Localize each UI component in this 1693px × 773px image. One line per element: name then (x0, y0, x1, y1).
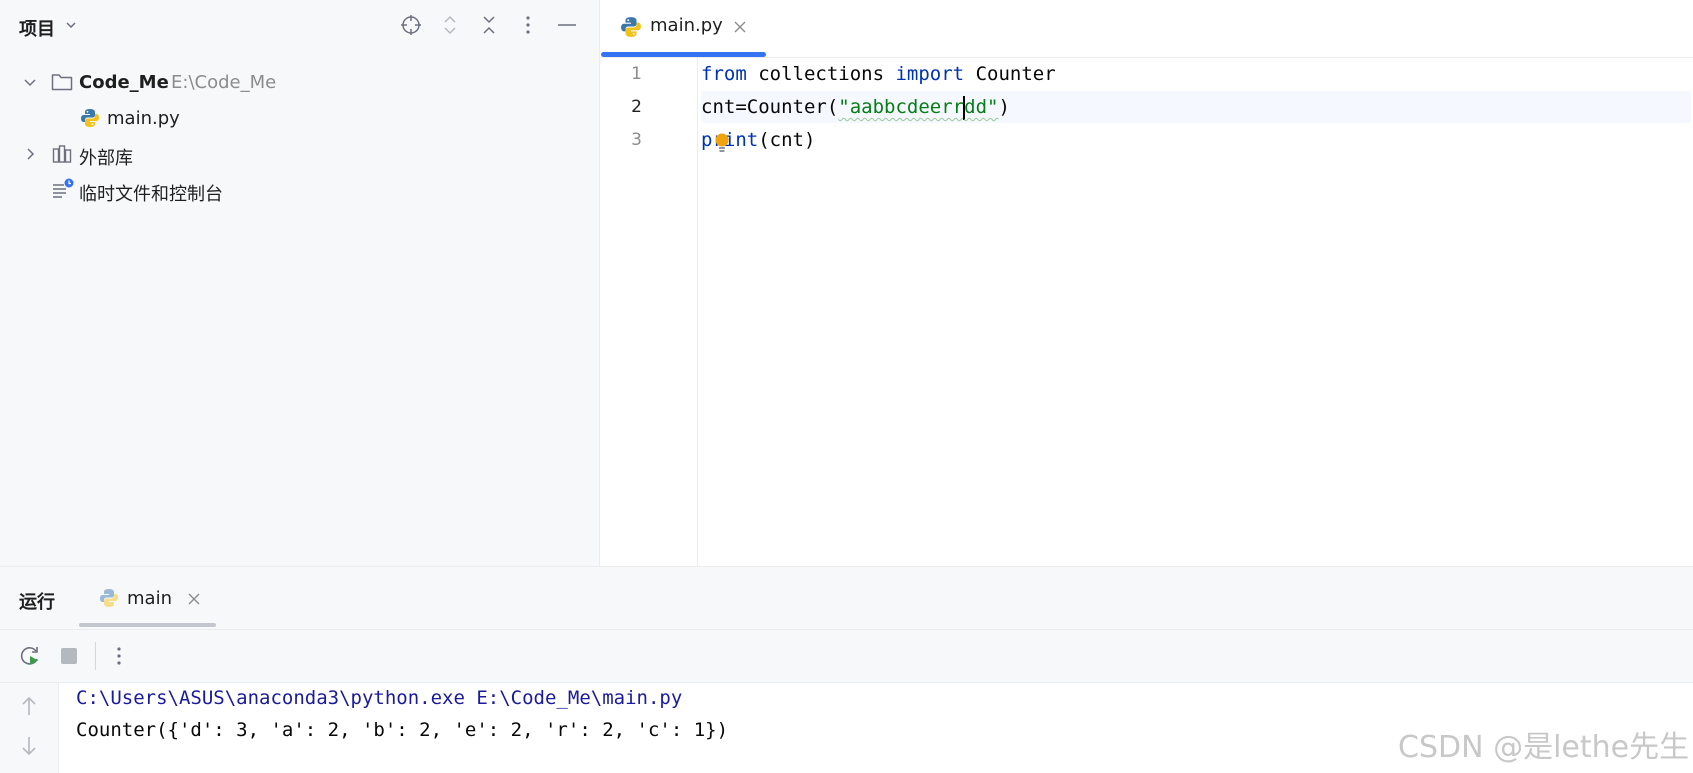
python-run-icon (100, 589, 118, 607)
code-editor[interactable]: 1 2 3 from collections import Counter cn… (600, 58, 1693, 566)
string-literal: dd" (964, 96, 999, 118)
expand-all-icon[interactable] (439, 14, 461, 36)
run-side-toolbar (0, 683, 59, 773)
tree-row-external-libs[interactable]: 外部库 (0, 137, 599, 171)
python-file-icon (81, 109, 99, 127)
project-title[interactable]: 项目 (19, 15, 55, 41)
code-text: ) (998, 96, 1010, 118)
code-line-1[interactable]: from collections import Counter (701, 58, 1691, 90)
close-icon[interactable] (733, 20, 747, 34)
imported-name: Counter (964, 63, 1056, 85)
library-icon (52, 145, 72, 163)
chevron-down-icon[interactable] (64, 18, 78, 32)
close-icon[interactable] (187, 592, 201, 606)
run-title: 运行 (19, 592, 55, 613)
folder-icon (51, 74, 73, 91)
external-libs-label: 外部库 (79, 148, 133, 169)
file-name-main-py: main.py (107, 108, 180, 129)
more-vert-icon[interactable] (517, 14, 539, 36)
root-folder-path: E:\Code_Me (171, 72, 277, 93)
code-text: (cnt) (758, 129, 816, 151)
builtin-print: p (701, 129, 713, 151)
tab-main-py[interactable]: main.py (600, 0, 766, 57)
keyword-import: import (895, 63, 965, 85)
run-header: 运行 main (0, 567, 1693, 630)
minimize-icon[interactable] (556, 14, 578, 36)
project-panel: 项目 Code_Me E:\Code_Me main.py 外部库 临时文件和控… (0, 0, 600, 566)
console-output-line: Counter({'d': 3, 'a': 2, 'b': 2, 'e': 2,… (76, 719, 729, 741)
tree-row-root[interactable]: Code_Me E:\Code_Me (0, 65, 599, 99)
arrow-down-icon[interactable] (19, 735, 39, 757)
rerun-icon[interactable] (18, 644, 42, 668)
python-file-icon (621, 17, 641, 37)
editor-tab-bar: main.py (600, 0, 1693, 58)
console-command-line: C:\Users\ASUS\anaconda3\python.exe E:\Co… (76, 687, 683, 709)
scratches-icon (53, 178, 74, 198)
code-line-3[interactable]: print(cnt) (701, 124, 1691, 156)
code-text: cnt=Counter( (701, 96, 839, 118)
line-number: 1 (631, 64, 642, 84)
stop-icon[interactable] (60, 647, 78, 665)
tree-row-main-py[interactable]: main.py (0, 101, 599, 135)
target-icon[interactable] (400, 14, 422, 36)
chevron-right-icon[interactable] (24, 147, 38, 161)
line-number-gutter: 1 2 3 (600, 58, 698, 566)
watermark: CSDN @是lethe先生 (1398, 730, 1690, 765)
tab-main-py-label: main.py (650, 15, 723, 36)
more-vert-icon[interactable] (108, 645, 130, 667)
toolbar-divider (95, 642, 96, 670)
active-tab-indicator (601, 52, 766, 57)
string-literal: "aabbcdeerr (838, 96, 965, 118)
line-number: 3 (631, 130, 642, 150)
arrow-up-icon[interactable] (19, 695, 39, 717)
scratches-label: 临时文件和控制台 (79, 184, 223, 205)
collapse-all-icon[interactable] (478, 14, 500, 36)
project-header: 项目 (0, 0, 599, 54)
bulb-icon[interactable] (714, 133, 730, 155)
code-line-2[interactable]: cnt=Counter("aabbcdeerrdd") (701, 91, 1691, 123)
run-tab-main[interactable]: main (79, 567, 216, 629)
keyword-from: from (701, 63, 747, 85)
run-tab-indicator (79, 623, 216, 627)
root-folder-name: Code_Me (79, 72, 169, 93)
run-toolbar (0, 630, 1693, 683)
run-tab-label: main (127, 588, 172, 609)
chevron-down-icon[interactable] (23, 76, 37, 90)
module-name: collections (746, 63, 896, 85)
line-number: 2 (631, 97, 642, 117)
tree-row-scratches[interactable]: 临时文件和控制台 (0, 173, 599, 207)
